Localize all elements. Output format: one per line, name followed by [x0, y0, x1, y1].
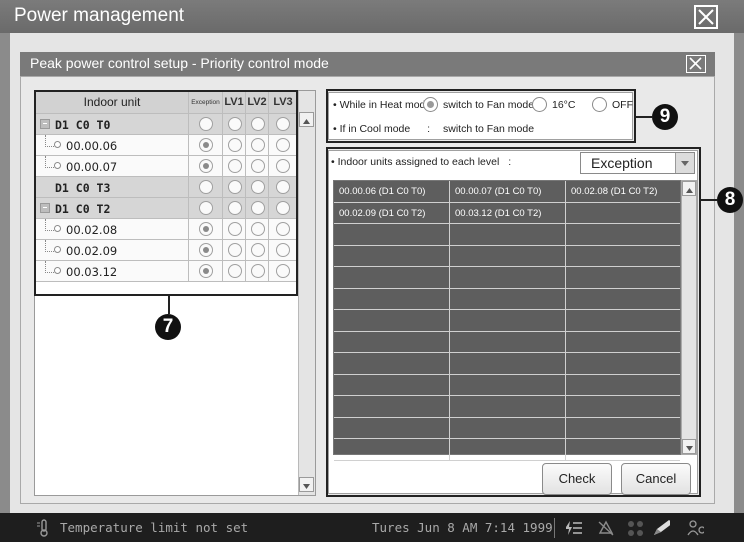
window-title: Power management — [14, 5, 185, 26]
close-icon — [698, 9, 714, 25]
window-title-bar: Power management — [0, 0, 744, 33]
thermometer-icon — [37, 519, 48, 537]
power-management-window: Power management Peak power control setu… — [0, 0, 744, 542]
dialog-close-button[interactable] — [686, 55, 706, 73]
callout-8-line — [701, 199, 717, 201]
schedule-list-icon[interactable] — [564, 519, 582, 537]
triangle-down-icon — [303, 484, 310, 489]
user-tools-icon[interactable] — [686, 519, 704, 537]
status-bar: Temperature limit not set Tures Jun 8 AM… — [0, 513, 744, 542]
dialog-title: Peak power control setup - Priority cont… — [30, 55, 329, 71]
tree-scrollbar[interactable] — [298, 91, 315, 495]
scroll-down-button[interactable] — [299, 477, 314, 492]
triangle-up-icon — [303, 119, 310, 124]
status-datetime: Tures Jun 8 AM 7:14 1999 — [372, 520, 553, 535]
callout-9-badge: 9 — [652, 104, 678, 130]
callout-9-frame — [326, 89, 636, 143]
status-divider — [554, 518, 555, 538]
callout-8-badge: 8 — [717, 187, 743, 213]
status-message: Temperature limit not set — [60, 520, 249, 535]
callout-7-line — [168, 296, 170, 314]
window-close-button[interactable] — [694, 5, 718, 29]
dialog-title-bar: Peak power control setup - Priority cont… — [20, 52, 715, 76]
callout-8-frame — [326, 147, 701, 497]
close-icon — [689, 57, 702, 70]
callout-7-badge: 7 — [155, 314, 181, 340]
callout-7-frame — [34, 90, 298, 296]
edit-pencil-icon[interactable] — [652, 519, 670, 537]
scroll-up-button[interactable] — [299, 112, 314, 127]
network-icon[interactable] — [626, 519, 644, 537]
mute-icon[interactable] — [596, 519, 614, 537]
callout-9-line — [636, 116, 652, 118]
